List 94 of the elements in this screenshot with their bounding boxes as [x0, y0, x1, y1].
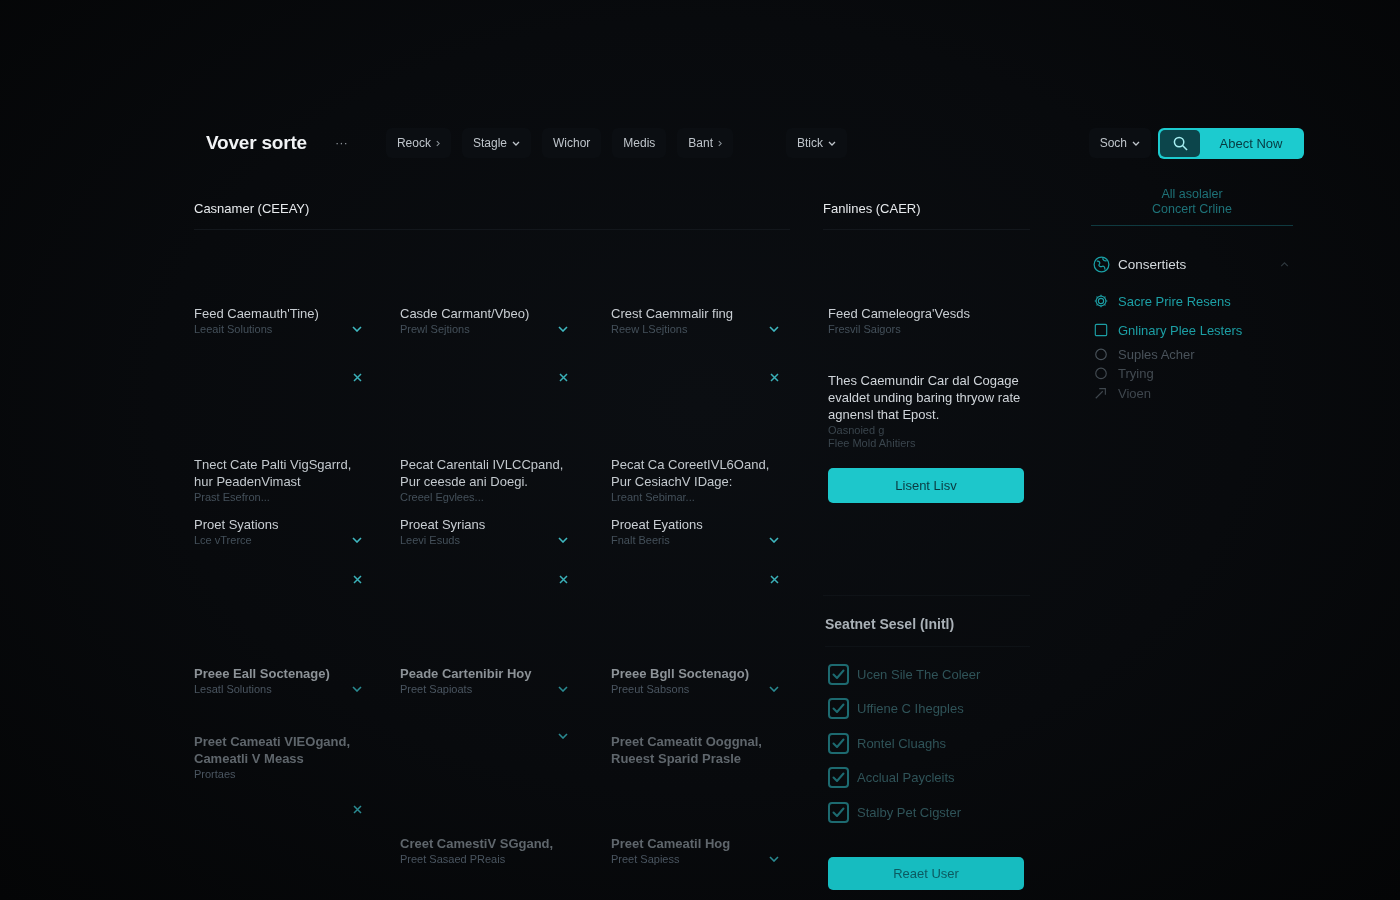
checkbox-label: Stalby Pet Cigster — [857, 804, 962, 820]
sort-dropdown[interactable]: Soch — [1088, 128, 1151, 158]
option-subtitle: Lesatl Solutions — [194, 682, 273, 697]
checkbox[interactable] — [828, 801, 849, 823]
close-icon[interactable] — [559, 373, 568, 382]
chevron-down-icon[interactable] — [558, 686, 568, 692]
option-title: Proet Syations — [194, 516, 279, 533]
nav-item[interactable]: Reock — [385, 128, 451, 158]
note-subtitle: Prast Esefron... — [194, 490, 271, 505]
chevron-down-icon — [512, 140, 520, 146]
option-title: Casde Carmant/Vbeo) — [400, 305, 530, 322]
checkbox-label: Rontel Cluaghs — [857, 735, 946, 751]
option-title: Proeat Syrians — [400, 516, 486, 533]
close-icon[interactable] — [770, 373, 779, 382]
checkbox-label: Acclual Paycleits — [857, 770, 955, 785]
chevron-down-icon[interactable] — [769, 686, 779, 692]
close-icon[interactable] — [353, 575, 362, 584]
option-title: Feed Caemauth'Tine) — [194, 305, 319, 322]
checkbox[interactable] — [828, 732, 849, 754]
gear-icon — [1094, 294, 1108, 308]
note-text: Preet Cameatit Ooggnal, Rueest Sparid Prasle — [611, 733, 763, 767]
chevron-right-icon — [435, 139, 440, 147]
square-icon — [1094, 323, 1108, 337]
nav-item[interactable]: Btick — [786, 128, 848, 158]
option-subtitle: Leevi Esuds — [400, 533, 461, 548]
sidebar-item[interactable]: Gnlinary Plee Lesters — [1094, 321, 1293, 339]
chevron-down-icon[interactable] — [352, 686, 362, 692]
ring-icon — [1094, 366, 1108, 380]
chevron-down-icon[interactable] — [352, 326, 362, 332]
close-icon[interactable] — [353, 373, 362, 382]
option-subtitle: Preet Sapioats — [400, 682, 474, 697]
note-subtitle: Preet Sasaed PReais — [400, 852, 507, 867]
chevron-right-icon — [718, 139, 723, 147]
more-button[interactable]: ··· — [330, 135, 352, 151]
checkbox[interactable] — [828, 698, 849, 719]
chevron-down-icon — [828, 140, 837, 146]
section-title: Consertiets — [1118, 256, 1187, 272]
item-title: Feed Cameleogra'Vesds — [828, 305, 971, 322]
close-icon[interactable] — [353, 805, 362, 814]
checkbox-label: Uffiene C Ihegples — [857, 701, 964, 716]
close-icon[interactable] — [770, 575, 779, 584]
nav-item[interactable]: Stagle — [461, 128, 531, 158]
note-text: Pecat Ca CoreetIVL6Oand, Pur CesiachV IDage: — [611, 456, 771, 490]
chevron-down-icon[interactable] — [769, 326, 779, 332]
chevron-down-icon[interactable] — [558, 733, 568, 739]
chevron-down-icon[interactable] — [558, 537, 568, 543]
chevron-down-icon[interactable] — [769, 537, 779, 543]
close-icon[interactable] — [559, 575, 568, 584]
globe-icon — [1093, 255, 1110, 273]
option-subtitle: Leeait Solutions — [194, 322, 274, 337]
section-title: Seatnet Sesel (Initl) — [825, 615, 1030, 647]
option-title: Preet Cameatil Hog — [611, 835, 731, 852]
option-title: Peade Cartenibir Hoy — [400, 665, 532, 682]
note-text: Creet CamestiV SGgand, — [400, 835, 554, 852]
chevron-down-icon[interactable] — [352, 537, 362, 543]
nav-item[interactable]: Wichor — [542, 128, 602, 158]
sidebar-item[interactable]: Sacre Prire Resens — [1094, 292, 1293, 310]
arrow-icon — [1094, 386, 1108, 400]
note-text: Tnect Cate Palti VigSgarrd, hur PeadenVimast — [194, 456, 353, 490]
checkbox[interactable] — [828, 767, 849, 788]
note-subtitle: Creeel Egvlees... — [400, 490, 485, 505]
option-subtitle: Fnalt Beeris — [611, 533, 671, 548]
panel-title: Casnamer (CEEAY) — [194, 200, 790, 230]
option-subtitle: Lce vTrerce — [194, 533, 253, 548]
panel-title: Fanlines (CAER) — [823, 200, 1030, 230]
nav-item[interactable]: Bant — [677, 128, 734, 158]
note-subtitle: Prortaes — [194, 767, 237, 782]
note-subtitle: Lreant Sebimar... — [611, 490, 696, 505]
nav-item[interactable]: Medis — [612, 128, 667, 158]
option-subtitle: Prewl Sejtions — [400, 322, 471, 337]
summary-text: All asolaler Concert Crline — [1151, 187, 1233, 217]
search-button[interactable] — [1160, 129, 1200, 157]
option-subtitle: Reew LSejtions — [611, 322, 689, 337]
meta-text: Flee Mold Ahitiers — [828, 437, 917, 450]
option-title: Preee Bgll Soctenago) — [611, 665, 749, 682]
checkbox-label: Ucen Sile The Coleer — [857, 666, 981, 682]
reset-button[interactable]: Reaet User — [828, 857, 1024, 890]
option-subtitle: Preet Sapiess — [611, 852, 681, 867]
option-title: Preee Eall Soctenage) — [194, 665, 330, 682]
logo-text: Vover sorte — [206, 132, 307, 154]
note-text: Pecat Carentali IVLCCpand, Pur ceesde ani Doegi. — [400, 456, 565, 490]
item-subtitle: Fresvil Saigors — [828, 322, 902, 337]
chevron-down-icon — [1132, 140, 1140, 146]
option-title: Proeat Eyations — [611, 516, 703, 533]
chevron-down-icon[interactable] — [558, 326, 568, 332]
description-text: Thes Caemundir Car dal Cogage evaldet unding baring thryow rate agnensl that Epost. — [828, 372, 1022, 423]
primary-button[interactable]: Lisent Lisv — [828, 468, 1024, 503]
search-icon — [1172, 135, 1188, 151]
note-text: Preet Cameati VIEOgand, Cameatli V Meass — [194, 733, 352, 767]
option-title: Crest Caemmalir fing — [611, 305, 734, 322]
checkbox[interactable] — [828, 663, 849, 685]
chevron-down-icon[interactable] — [769, 856, 779, 862]
option-subtitle: Preeut Sabsons — [611, 682, 691, 697]
ring-icon — [1094, 347, 1108, 361]
